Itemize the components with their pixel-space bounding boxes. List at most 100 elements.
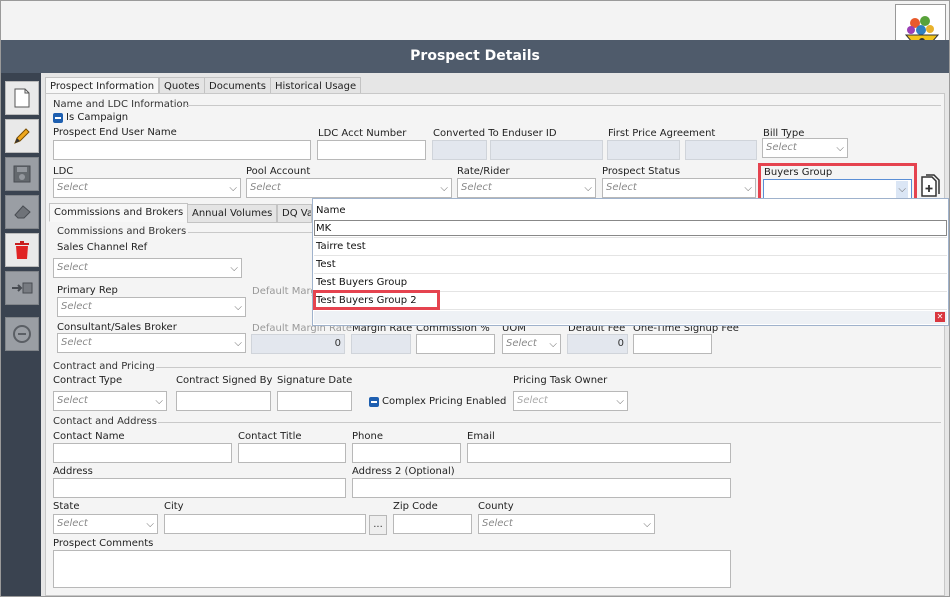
rate-rider-label: Rate/Rider <box>457 166 510 177</box>
address-label: Address <box>53 466 93 477</box>
commissions-section-title: Commissions and Brokers <box>57 226 187 237</box>
converted-input-1 <box>432 140 487 160</box>
delete-button[interactable] <box>5 233 39 267</box>
signature-date-input[interactable] <box>277 391 352 411</box>
one-time-fee-input[interactable] <box>633 334 712 354</box>
disabled-action-button[interactable] <box>5 317 39 351</box>
pricing-task-owner-select[interactable]: Select ⌵ <box>513 391 628 411</box>
first-price-input-1 <box>607 140 680 160</box>
clear-button[interactable] <box>5 195 39 229</box>
comments-label: Prospect Comments <box>53 538 154 549</box>
chevron-down-icon: ⌵ <box>440 183 448 194</box>
is-campaign-checkbox[interactable] <box>53 113 63 123</box>
selected-item-highlight <box>313 290 440 310</box>
tab-annual-volumes[interactable]: Annual Volumes <box>187 204 278 223</box>
address2-input[interactable] <box>352 478 731 498</box>
comments-textarea[interactable] <box>53 550 731 588</box>
row-divider <box>314 273 947 274</box>
county-label: County <box>478 501 514 512</box>
delete-trash-icon <box>15 241 29 259</box>
close-icon[interactable]: ✕ <box>935 312 945 322</box>
chevron-down-icon: ⌵ <box>584 183 592 194</box>
address-input[interactable] <box>53 478 346 498</box>
section-divider <box>188 232 312 233</box>
pricing-task-owner-label: Pricing Task Owner <box>513 375 608 386</box>
section-divider <box>186 105 941 106</box>
contract-signed-by-input[interactable] <box>176 391 271 411</box>
county-select[interactable]: Select ⌵ <box>478 514 655 534</box>
consultant-label: Consultant/Sales Broker <box>57 322 177 333</box>
chevron-down-icon: ⌵ <box>549 339 557 350</box>
new-document-icon <box>14 88 30 108</box>
commission-pct-input[interactable] <box>416 334 495 354</box>
city-lookup-button[interactable]: ... <box>369 515 387 535</box>
add-document-icon <box>921 174 940 197</box>
save-disk-icon <box>13 165 31 183</box>
contact-name-input[interactable] <box>53 443 232 463</box>
transfer-button[interactable] <box>5 271 39 305</box>
contract-type-select[interactable]: Select ⌵ <box>53 391 167 411</box>
primary-rep-select[interactable]: Select ⌵ <box>57 297 246 317</box>
dropdown-item-focus <box>314 220 947 236</box>
new-document-button[interactable] <box>5 81 39 115</box>
section-divider <box>158 422 941 423</box>
dropdown-item[interactable]: MK <box>316 223 331 234</box>
ldc-acct-input[interactable] <box>317 140 426 160</box>
chevron-down-icon: ⌵ <box>234 338 242 349</box>
email-label: Email <box>467 431 495 442</box>
chevron-down-icon: ⌵ <box>643 519 651 530</box>
name-ldc-section-title: Name and LDC Information <box>53 99 189 110</box>
dropdown-item[interactable]: Test Buyers Group <box>316 277 407 288</box>
chevron-down-icon: ⌵ <box>230 263 238 274</box>
margin-rate-input[interactable] <box>351 334 411 354</box>
dropdown-item[interactable]: Test <box>316 259 336 270</box>
add-document-button[interactable] <box>920 174 942 198</box>
phone-label: Phone <box>352 431 383 442</box>
end-user-name-input[interactable] <box>53 140 311 160</box>
first-price-input-2 <box>685 140 757 160</box>
rate-rider-select[interactable]: Select ⌵ <box>457 178 596 198</box>
row-divider <box>314 255 947 256</box>
converted-label: Converted To Enduser ID <box>433 128 557 139</box>
transfer-icon <box>12 282 33 294</box>
dropdown-item[interactable]: Tairre test <box>316 241 366 252</box>
tab-dq-values[interactable]: DQ Va <box>277 204 312 223</box>
state-label: State <box>53 501 80 512</box>
ldc-label: LDC <box>53 166 74 177</box>
phone-input[interactable] <box>352 443 461 463</box>
signature-date-label: Signature Date <box>277 375 353 386</box>
tab-commissions-and-brokers[interactable]: Commissions and Brokers <box>49 203 189 222</box>
sidebar <box>1 73 41 596</box>
default-margin-label: Default Marg <box>252 286 317 297</box>
contract-type-label: Contract Type <box>53 375 123 386</box>
pool-account-select[interactable]: Select ⌵ <box>246 178 452 198</box>
chevron-down-icon: ⌵ <box>836 143 844 154</box>
consultant-select[interactable]: Select ⌵ <box>57 333 246 353</box>
email-input[interactable] <box>467 443 731 463</box>
prospect-status-select[interactable]: Select ⌵ <box>602 178 756 198</box>
complex-pricing-checkbox[interactable] <box>369 397 379 407</box>
city-input[interactable] <box>164 514 366 534</box>
ldc-select[interactable]: Select ⌵ <box>53 178 241 198</box>
uom-select[interactable]: Select ⌵ <box>502 334 561 354</box>
zip-label: Zip Code <box>393 501 438 512</box>
state-select[interactable]: Select ⌵ <box>53 514 158 534</box>
dropdown-footer <box>314 311 947 324</box>
bill-type-select[interactable]: Select ⌵ <box>762 138 848 158</box>
chevron-down-icon: ⌵ <box>229 183 237 194</box>
primary-rep-label: Primary Rep <box>57 285 118 296</box>
contact-title-label: Contact Title <box>238 431 302 442</box>
default-fee-input: 0 <box>567 334 628 354</box>
top-bar <box>1 1 949 40</box>
row-divider <box>314 237 947 238</box>
end-user-name-label: Prospect End User Name <box>53 127 177 138</box>
sales-channel-label: Sales Channel Ref <box>57 242 148 253</box>
contact-section-title: Contact and Address <box>53 416 157 427</box>
dropdown-header: Name <box>316 205 346 216</box>
zip-input[interactable] <box>393 514 472 534</box>
address2-label: Address 2 (Optional) <box>352 466 455 477</box>
edit-button[interactable] <box>5 119 39 153</box>
sales-channel-select[interactable]: Select ⌵ <box>53 258 242 278</box>
save-button[interactable] <box>5 157 39 191</box>
contact-title-input[interactable] <box>238 443 346 463</box>
